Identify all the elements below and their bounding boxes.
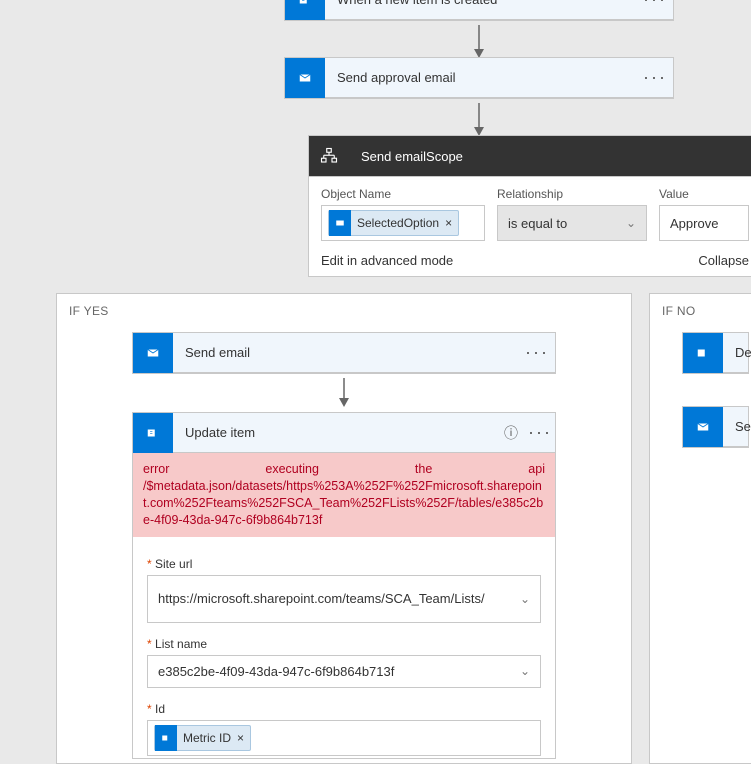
list-name-input[interactable]: e385c2be-4f09-43da-947c-6f9b864b713f ⌄ [147,655,541,688]
scope-header[interactable]: Send emailScope [309,136,751,176]
scope-card: Send emailScope Object Name SelectedOpti… [308,135,751,277]
trigger-header[interactable]: When a new item is created ··· [285,0,673,20]
relationship-select[interactable]: is equal to ⌄ [497,205,647,241]
if-yes-title: IF YES [69,304,619,318]
info-icon[interactable]: ⓘ [497,423,525,443]
outlook-icon [285,58,325,98]
selected-option-token[interactable]: SelectedOption × [328,210,459,236]
trigger-card: When a new item is created ··· [284,0,674,21]
relationship-value: is equal to [508,216,567,231]
list-name-label: List name [147,637,541,651]
site-url-input[interactable]: https://microsoft.sharepoint.com/teams/S… [147,575,541,623]
send-no-card: Send [682,406,749,448]
value-input[interactable]: Approve [659,205,749,241]
chevron-down-icon: ⌄ [626,216,636,230]
trigger-title: When a new item is created [325,0,637,7]
more-icon[interactable]: ··· [525,422,555,443]
token-icon [329,210,351,236]
chevron-down-icon[interactable]: ⌄ [520,592,530,606]
token-icon [155,725,177,751]
approval-title: Send approval email [325,70,637,85]
send-no-header[interactable]: Send [683,407,748,447]
outlook-icon [683,407,723,447]
more-icon[interactable]: ··· [519,342,555,363]
if-no-title: IF NO [662,304,749,318]
metric-id-token[interactable]: Metric ID × [154,725,251,751]
update-item-card: Update item ⓘ ··· error executing the ap… [132,412,556,759]
token-remove-icon[interactable]: × [445,216,452,230]
outlook-icon [133,333,173,373]
send-email-title: Send email [173,345,519,360]
sharepoint-icon [683,333,723,373]
update-item-header[interactable]: Update item ⓘ ··· [133,413,555,453]
token-text: Metric ID [177,731,237,745]
token-text: SelectedOption [351,216,445,230]
value-label: Value [659,187,749,201]
list-name-value: e385c2be-4f09-43da-947c-6f9b864b713f [158,664,512,679]
sharepoint-icon [285,0,325,20]
update-item-form: Site url https://microsoft.sharepoint.co… [133,537,555,758]
send-no-title: Send [723,419,751,434]
condition-icon [309,136,349,176]
delete-header[interactable]: Delete [683,333,748,373]
error-message: error executing the api /$metadata.json/… [133,453,555,537]
id-label: Id [147,702,541,716]
more-icon[interactable]: ··· [637,67,673,88]
object-name-input[interactable]: SelectedOption × [321,205,485,241]
more-icon[interactable]: ··· [637,0,673,10]
flow-arrow-icon [471,25,487,59]
flow-arrow-icon [336,378,352,408]
flow-arrow-icon [471,103,487,137]
site-url-value: https://microsoft.sharepoint.com/teams/S… [158,591,512,606]
id-input[interactable]: Metric ID × [147,720,541,756]
if-no-branch: IF NO Delete Send [649,293,751,764]
site-url-label: Site url [147,557,541,571]
value-text: Approve [670,216,718,231]
update-item-title: Update item [173,425,497,440]
sharepoint-icon [133,413,173,453]
approval-header[interactable]: Send approval email ··· [285,58,673,98]
relationship-label: Relationship [497,187,647,201]
collapse-link[interactable]: Collapse [698,253,749,268]
condition-row: Object Name SelectedOption × Relationshi… [309,176,751,245]
approval-card: Send approval email ··· [284,57,674,99]
send-email-header[interactable]: Send email ··· [133,333,555,373]
scope-footer: Edit in advanced mode Collapse [309,245,751,276]
chevron-down-icon[interactable]: ⌄ [520,664,530,678]
send-email-card: Send email ··· [132,332,556,374]
object-name-label: Object Name [321,187,485,201]
token-remove-icon[interactable]: × [237,731,244,745]
edit-advanced-link[interactable]: Edit in advanced mode [321,253,453,268]
if-yes-branch: IF YES Send email ··· Update item ⓘ [56,293,632,764]
delete-card: Delete [682,332,749,374]
delete-title: Delete [723,345,751,360]
scope-title: Send emailScope [349,149,751,164]
